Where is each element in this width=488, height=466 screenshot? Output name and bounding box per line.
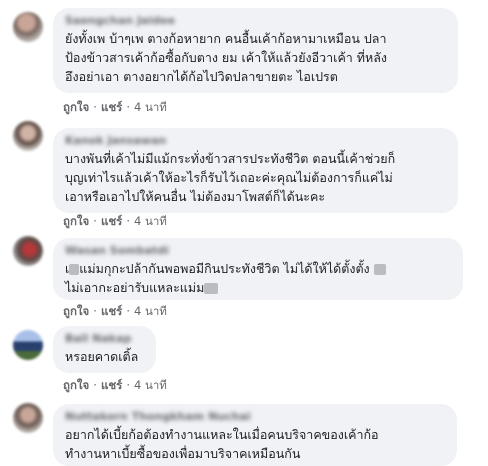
comment-author[interactable]: Kanok Jansawan bbox=[65, 135, 446, 147]
comment-bubble: Saengchan Jaidee ยังทั้งเพ บ้าๆเพ ตางก้อ… bbox=[53, 8, 458, 93]
redacted-text bbox=[204, 283, 219, 294]
comment-bubble: Nuttakorn Thongkham Nuchai อยากได้เบี้ยก… bbox=[53, 404, 457, 466]
avatar[interactable] bbox=[13, 330, 43, 360]
comment-text: หรอยคาดเติ้ล bbox=[65, 349, 139, 364]
comment-actions: ถูกใจ · แชร์ · 4 นาที bbox=[63, 214, 167, 228]
share-link[interactable]: แชร์ bbox=[101, 304, 122, 318]
comment-author[interactable]: Saengchan Jaidee bbox=[65, 15, 446, 27]
comment-actions: ถูกใจ · แชร์ · 4 นาที bbox=[63, 100, 167, 114]
share-link[interactable]: แชร์ bbox=[101, 214, 122, 228]
redacted-text bbox=[373, 264, 386, 275]
avatar[interactable] bbox=[13, 12, 43, 42]
like-link[interactable]: ถูกใจ bbox=[63, 378, 89, 392]
timestamp[interactable]: 4 นาที bbox=[134, 214, 167, 228]
avatar[interactable] bbox=[13, 121, 43, 151]
like-link[interactable]: ถูกใจ bbox=[63, 304, 89, 318]
timestamp[interactable]: 4 นาที bbox=[134, 378, 167, 392]
comment-text: เแม่มกุกะปล้ากันพอพอมีกินประทังชีวิต ไม่… bbox=[65, 259, 451, 297]
comment-bubble: Kanok Jansawan บางพันที่เค้าไม่มีแม้กระท… bbox=[53, 128, 458, 213]
redacted-text bbox=[69, 264, 80, 275]
comment-author[interactable]: Ball Nakap bbox=[65, 333, 144, 345]
comment-text: บางพันที่เค้าไม่มีแม้กระทั่งข้าวสารประทั… bbox=[65, 151, 396, 204]
comment-bubble: Ball Nakap หรอยคาดเติ้ล bbox=[53, 326, 156, 373]
share-link[interactable]: แชร์ bbox=[101, 100, 122, 114]
timestamp[interactable]: 4 นาที bbox=[134, 100, 167, 114]
avatar[interactable] bbox=[13, 236, 43, 266]
comment-author[interactable]: Nuttakorn Thongkham Nuchai bbox=[65, 411, 445, 423]
like-link[interactable]: ถูกใจ bbox=[63, 100, 89, 114]
like-link[interactable]: ถูกใจ bbox=[63, 214, 89, 228]
comment-actions: ถูกใจ · แชร์ · 4 นาที bbox=[63, 378, 167, 392]
timestamp[interactable]: 4 นาที bbox=[134, 304, 167, 318]
comment-author[interactable]: Wasan Sombatdi bbox=[65, 245, 451, 257]
comment-actions: ถูกใจ · แชร์ · 4 นาที bbox=[63, 304, 167, 318]
comment-text: อยากได้เบี้ยก้อต้องทำงานแหละในเมื่อคนบริ… bbox=[65, 427, 379, 461]
avatar[interactable] bbox=[13, 403, 43, 433]
comment-bubble: Wasan Sombatdi เแม่มกุกะปล้ากันพอพอมีกิน… bbox=[53, 238, 463, 300]
share-link[interactable]: แชร์ bbox=[101, 378, 122, 392]
comment-text: ยังทั้งเพ บ้าๆเพ ตางก้อหายาก คนอื้นเค้าก… bbox=[65, 31, 388, 84]
